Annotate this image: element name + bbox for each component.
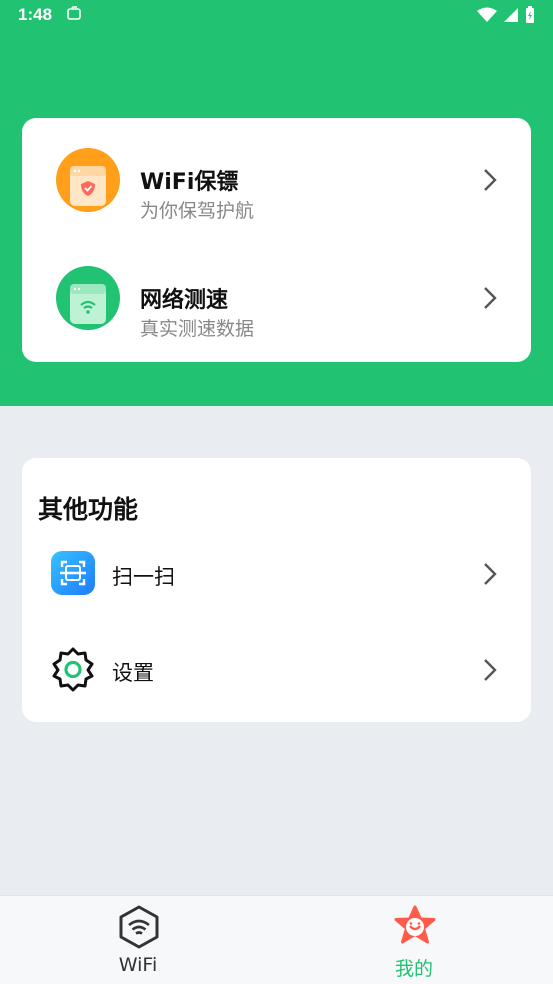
shield-phone-icon	[56, 148, 120, 212]
chevron-right-icon	[484, 659, 497, 681]
list-item-label: 设置	[112, 661, 154, 685]
settings-gear-icon	[50, 646, 96, 692]
list-item-label: 扫一扫	[112, 565, 175, 589]
status-time: 1:48	[18, 5, 53, 24]
list-item-settings[interactable]: 设置	[22, 630, 531, 710]
feature-row-speed-test[interactable]: 网络测速 真实测速数据	[22, 248, 531, 348]
feature-title: 网络测速	[140, 288, 229, 313]
battery-icon	[526, 6, 534, 23]
notification-icon	[66, 6, 82, 27]
status-icons	[477, 6, 535, 24]
wifi-tab-icon	[116, 904, 162, 950]
tab-wifi[interactable]: WiFi	[0, 896, 276, 984]
feature-row-wifi-guard[interactable]: WiFi保镖 为你保驾护航	[22, 130, 531, 230]
feature-card: WiFi保镖 为你保驾护航 网络测速 真实测速数据	[22, 118, 531, 362]
cell-signal-icon	[504, 8, 518, 22]
bottom-tab-bar: WiFi 我的	[0, 895, 553, 984]
tab-label: 我的	[394, 958, 433, 980]
chevron-right-icon	[484, 287, 497, 309]
tab-label: WiFi	[118, 954, 158, 976]
scan-icon	[50, 550, 96, 596]
other-functions-card: 其他功能 扫一扫 设置	[22, 458, 531, 722]
list-item-scan[interactable]: 扫一扫	[22, 534, 531, 614]
profile-star-icon	[392, 904, 438, 950]
feature-title: WiFi保镖	[140, 170, 239, 195]
wifi-phone-icon	[56, 266, 120, 330]
feature-subtitle: 真实测速数据	[140, 318, 255, 340]
feature-subtitle: 为你保驾护航	[140, 200, 255, 222]
status-bar: 1:48	[0, 0, 553, 32]
wifi-signal-icon	[477, 7, 497, 22]
chevron-right-icon	[484, 563, 497, 585]
section-title: 其他功能	[38, 495, 139, 524]
tab-mine[interactable]: 我的	[276, 896, 552, 984]
chevron-right-icon	[484, 169, 497, 191]
